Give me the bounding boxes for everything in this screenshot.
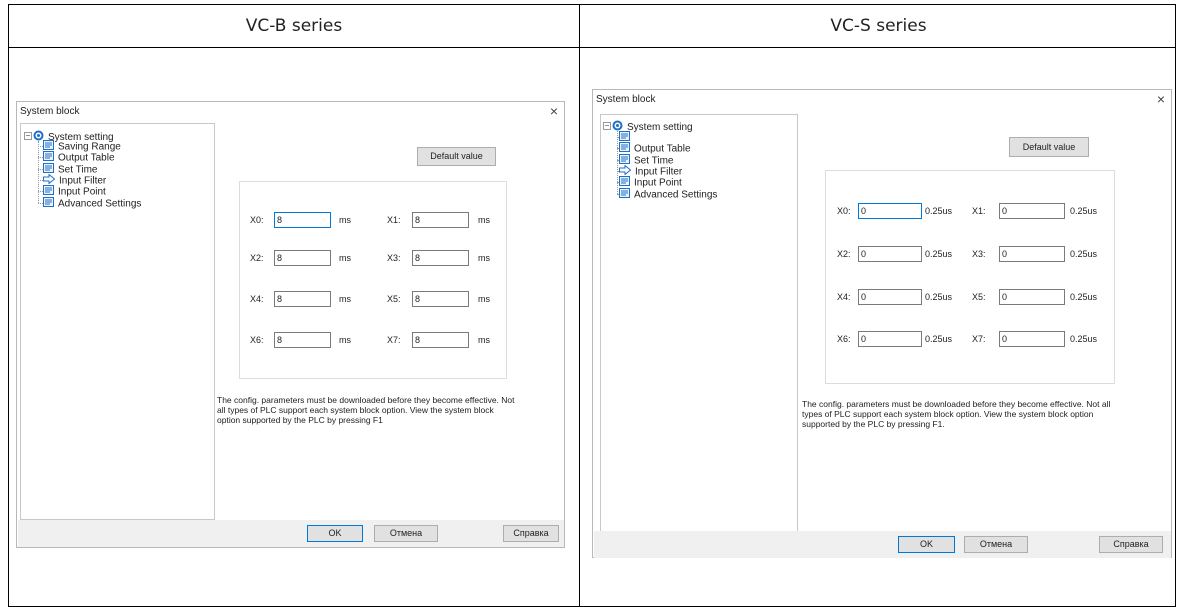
table-header-divider	[9, 47, 1175, 48]
filter-time-input[interactable]: 0	[999, 289, 1065, 305]
tree-item[interactable]	[619, 131, 634, 143]
field-label: X7:	[387, 335, 401, 345]
tree-item[interactable]: Input Filter	[43, 173, 106, 187]
field-label: X0:	[250, 215, 264, 225]
field-label: X3:	[387, 253, 401, 263]
tree-item[interactable]: Set Time	[619, 153, 673, 166]
tree-item[interactable]: Input Filter	[619, 164, 682, 178]
help-button[interactable]: Справка	[503, 525, 559, 542]
input-filter-group	[239, 181, 507, 379]
tree-guide-line	[38, 141, 39, 203]
filter-time-input[interactable]: 0	[858, 289, 922, 305]
info-note: The config. parameters must be downloade…	[802, 399, 1111, 429]
field-label: X1:	[972, 206, 986, 216]
cancel-button[interactable]: Отмена	[374, 525, 438, 542]
settings-tree[interactable]: − System setting Saving Range Output Table S…	[20, 123, 215, 520]
filter-time-input[interactable]: 8	[412, 212, 469, 228]
dialog-title: System block	[596, 94, 656, 105]
field-unit: ms	[339, 294, 351, 304]
field-unit: ms	[339, 253, 351, 263]
filter-time-input[interactable]: 0	[858, 246, 922, 262]
field-unit: 0.25us	[1070, 206, 1098, 216]
field-label: X4:	[250, 294, 264, 304]
filter-time-input[interactable]: 0	[858, 331, 922, 347]
filter-time-input[interactable]: 8	[412, 291, 469, 307]
filter-time-input[interactable]: 8	[274, 291, 331, 307]
column-header-vc-s: VC-S series	[830, 16, 927, 36]
filter-time-input[interactable]: 0	[858, 203, 922, 219]
field-unit: ms	[478, 215, 490, 225]
filter-time-input[interactable]: 8	[274, 332, 331, 348]
column-header-vc-b: VC-B series	[245, 16, 343, 36]
field-unit: ms	[339, 215, 351, 225]
dialog-title: System block	[20, 106, 80, 117]
field-label: X1:	[387, 215, 401, 225]
system-block-dialog-vc-s: System block × − System setting Output Tab…	[592, 89, 1172, 558]
settings-tree[interactable]: − System setting Output Table Set Time Input…	[600, 114, 798, 534]
tree-item[interactable]: Output Table	[619, 142, 691, 155]
cancel-button[interactable]: Отмена	[964, 536, 1028, 553]
tree-guide-line	[617, 131, 618, 194]
tree-item[interactable]: Saving Range	[43, 140, 121, 153]
filter-time-input[interactable]: 8	[412, 332, 469, 348]
tree-item[interactable]: Set Time	[43, 162, 97, 175]
tree-item[interactable]: Output Table	[43, 151, 115, 164]
ok-button[interactable]: OK	[898, 536, 955, 553]
tree-collapse-icon[interactable]: −	[603, 122, 611, 130]
field-unit: 0.25us	[925, 249, 953, 259]
filter-time-input[interactable]: 8	[274, 250, 331, 266]
tree-item[interactable]: Advanced Settings	[43, 196, 142, 211]
default-value-button[interactable]: Default value	[1009, 137, 1089, 157]
tree-item-label: System setting	[627, 122, 693, 134]
field-label: X6:	[837, 334, 851, 344]
field-unit: 0.25us	[925, 292, 953, 302]
tree-collapse-icon[interactable]: −	[24, 132, 32, 140]
field-unit: 0.25us	[1070, 334, 1098, 344]
field-unit: 0.25us	[925, 334, 953, 344]
filter-time-input[interactable]: 8	[412, 250, 469, 266]
field-unit: 0.25us	[925, 206, 953, 216]
filter-time-input[interactable]: 0	[999, 331, 1065, 347]
field-label: X5:	[387, 294, 401, 304]
tree-item-label: Advanced Settings	[634, 189, 718, 201]
tree-item[interactable]: Advanced Settings	[619, 187, 718, 202]
field-label: X0:	[837, 206, 851, 216]
default-value-button[interactable]: Default value	[417, 147, 496, 166]
filter-time-input[interactable]: 8	[274, 212, 331, 228]
info-note: The config. parameters must be downloade…	[217, 395, 515, 425]
close-icon[interactable]: ×	[1157, 91, 1165, 107]
tree-item-label: Advanced Settings	[58, 198, 142, 210]
field-label: X2:	[250, 253, 264, 263]
system-block-dialog-vc-b: System block × − System setting Saving Ran…	[16, 101, 565, 548]
field-unit: ms	[478, 253, 490, 263]
field-unit: ms	[478, 335, 490, 345]
field-label: X7:	[972, 334, 986, 344]
help-button[interactable]: Справка	[1099, 536, 1163, 553]
document-icon	[619, 187, 630, 202]
tree-item[interactable]: Input Point	[43, 185, 106, 198]
filter-time-input[interactable]: 0	[999, 246, 1065, 262]
dialog-footer	[594, 531, 1171, 558]
field-unit: 0.25us	[1070, 292, 1098, 302]
field-unit: ms	[339, 335, 351, 345]
dialog-footer	[18, 520, 564, 547]
field-label: X4:	[837, 292, 851, 302]
field-unit: 0.25us	[1070, 249, 1098, 259]
ok-button[interactable]: OK	[307, 525, 363, 542]
table-column-divider	[579, 5, 580, 606]
field-label: X5:	[972, 292, 986, 302]
field-label: X6:	[250, 335, 264, 345]
filter-time-input[interactable]: 0	[999, 203, 1065, 219]
field-unit: ms	[478, 294, 490, 304]
tree-item[interactable]: Input Point	[619, 176, 682, 189]
field-label: X3:	[972, 249, 986, 259]
field-label: X2:	[837, 249, 851, 259]
close-icon[interactable]: ×	[550, 103, 558, 119]
document-icon	[43, 196, 54, 211]
